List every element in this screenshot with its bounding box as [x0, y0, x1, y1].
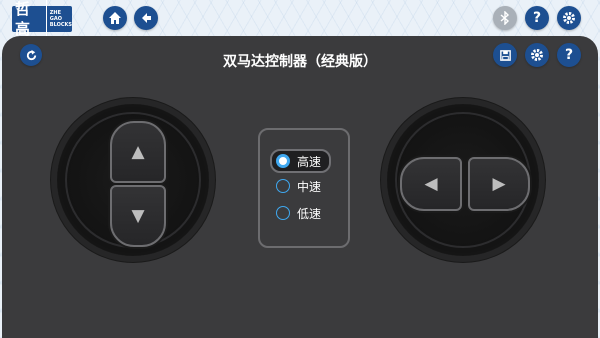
back-button[interactable] — [134, 6, 158, 30]
logo: 哲高 ZHE GAO BLOCKS — [12, 0, 72, 39]
left-arrow-icon: ◀ — [424, 174, 438, 194]
left-button[interactable]: ◀ — [400, 157, 462, 211]
help-icon: ? — [532, 10, 542, 26]
bluetooth-icon — [500, 11, 510, 25]
help-icon: ? — [564, 47, 574, 63]
left-joystick-pad: ▲ ▼ — [57, 104, 209, 256]
right-arrow-icon: ▶ — [492, 174, 506, 194]
save-icon — [499, 49, 511, 61]
back-arrow-icon — [142, 13, 151, 23]
speed-option-label: 高速 — [297, 154, 322, 169]
bluetooth-button[interactable] — [493, 6, 517, 30]
radio-selected-icon — [276, 154, 290, 168]
radio-icon — [276, 206, 290, 220]
speed-option-medium[interactable]: 中速 — [276, 176, 321, 196]
down-arrow-icon: ▼ — [131, 206, 145, 226]
home-button[interactable] — [103, 6, 127, 30]
panel-settings-button[interactable] — [525, 43, 549, 67]
settings-icon — [531, 49, 543, 61]
controller-panel: 双马达控制器（经典版） ? ▲ ▼ 高速 中速 低速 ◀ ▶ — [2, 36, 598, 338]
speed-option-high[interactable]: 高速 — [270, 149, 332, 173]
speed-selector: 高速 中速 低速 — [258, 128, 350, 248]
help-button[interactable]: ? — [525, 6, 549, 30]
speed-option-low[interactable]: 低速 — [276, 203, 321, 223]
settings-icon — [563, 12, 575, 24]
radio-icon — [276, 179, 290, 193]
speed-option-label: 低速 — [297, 206, 322, 221]
settings-button[interactable] — [557, 6, 581, 30]
up-button[interactable]: ▲ — [110, 121, 166, 183]
speed-option-label: 中速 — [297, 179, 322, 194]
down-button[interactable]: ▼ — [110, 185, 166, 247]
right-joystick-pad: ◀ ▶ — [387, 104, 539, 256]
right-button[interactable]: ▶ — [468, 157, 530, 211]
save-button[interactable] — [493, 43, 517, 67]
home-icon — [109, 12, 121, 24]
logo-subtext: ZHE GAO BLOCKS — [49, 10, 72, 28]
panel-help-button[interactable]: ? — [557, 43, 581, 67]
up-arrow-icon: ▲ — [131, 142, 145, 162]
logo-text: 哲高 — [12, 0, 47, 39]
